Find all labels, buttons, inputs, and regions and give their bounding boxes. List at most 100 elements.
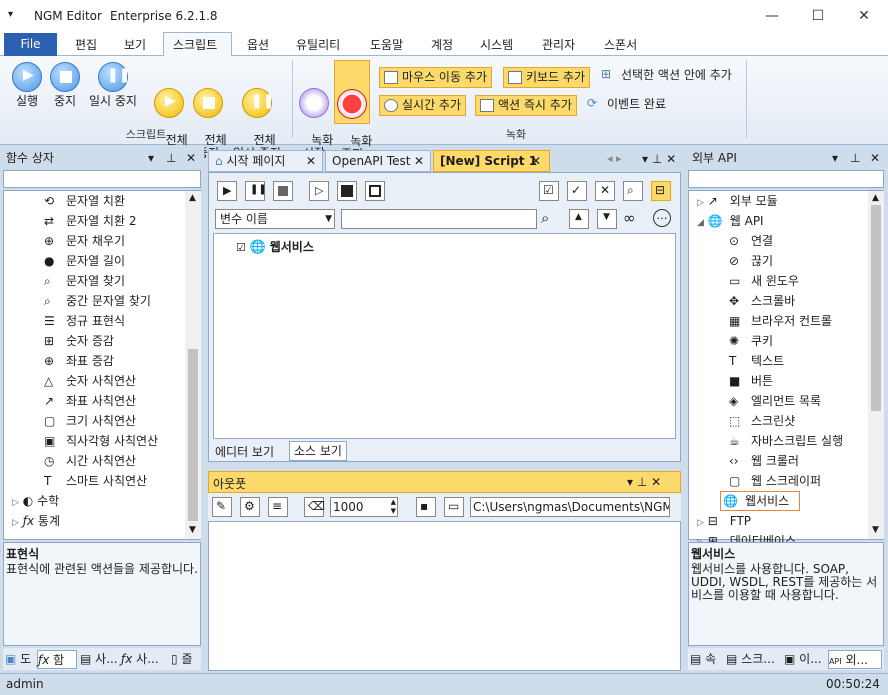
menu-edit[interactable]: 편집 — [75, 36, 97, 53]
step-icon[interactable]: ▷ — [309, 181, 329, 201]
search-icon[interactable]: ⌕ — [623, 181, 643, 201]
api-item[interactable]: ▭ 새 윈도우 — [729, 271, 799, 291]
pin-icon[interactable]: ⊥ — [850, 147, 860, 169]
scroll-down-icon[interactable]: ▼ — [189, 525, 196, 535]
api-item[interactable]: ◢ 🌐 웹 API — [697, 211, 764, 231]
tab-start-page[interactable]: ⌂ 시작 페이지 ✕ — [208, 150, 323, 172]
menu-utility[interactable]: 유틸리티 — [296, 36, 340, 53]
search-icon[interactable]: ⌕ — [541, 209, 549, 227]
more-icon[interactable]: … — [653, 209, 671, 227]
function-item[interactable]: ⊞ 숫자 증감 — [44, 331, 114, 351]
tab-scripts[interactable]: ▤ 스크... — [726, 650, 775, 669]
panel-close-icon[interactable]: ✕ — [870, 147, 880, 169]
tab-external-api[interactable]: API 외... — [828, 650, 882, 669]
pause-icon[interactable]: ❚❚ — [245, 181, 267, 201]
pause-button[interactable]: ❚❚ 일시 중지 — [84, 62, 142, 108]
tab-close-icon[interactable]: ✕ — [531, 151, 541, 171]
expand-icon[interactable]: ▷ — [697, 518, 704, 528]
menu-system[interactable]: 시스템 — [480, 36, 513, 53]
function-item[interactable]: ◷ 시간 사칙연산 — [44, 451, 136, 471]
function-item[interactable]: ● 문자열 길이 — [44, 251, 125, 271]
minimize-button[interactable]: — — [749, 0, 795, 32]
api-item[interactable]: ✥ 스크롤바 — [729, 291, 795, 311]
menu-sponsor[interactable]: 스폰서 — [604, 36, 637, 53]
function-item[interactable]: ⌕ 중간 문자열 찾기 — [44, 291, 151, 311]
api-item[interactable]: ⬚ 스크린샷 — [729, 411, 795, 431]
variable-value-input[interactable] — [341, 209, 537, 229]
add-keyboard-button[interactable]: 키보드 추가 — [503, 67, 591, 88]
line-count-stepper[interactable]: 1000 ▲ ▼ — [330, 497, 398, 517]
pin-icon[interactable]: ⊥ — [166, 147, 176, 169]
step-over-icon[interactable] — [365, 181, 385, 201]
tab-sa2[interactable]: ƒx 사... — [121, 650, 159, 669]
function-item[interactable]: ⟲ 문자열 치환 — [44, 191, 125, 211]
menu-view[interactable]: 보기 — [124, 36, 146, 53]
scroll-up-icon[interactable]: ▲ — [189, 193, 196, 203]
function-item[interactable]: ▢ 크기 사칙연산 — [44, 411, 136, 431]
close-button[interactable]: ✕ — [841, 0, 887, 32]
scroll-thumb[interactable] — [188, 349, 198, 521]
output-content[interactable] — [208, 521, 681, 671]
checkbox-icon[interactable]: ☑ — [236, 241, 246, 254]
scroll-thumb[interactable] — [871, 205, 881, 411]
tab-openapi-test[interactable]: OpenAPI Test ✕ — [325, 150, 431, 172]
panel-close-icon[interactable]: ✕ — [186, 147, 196, 169]
tab-editor-view[interactable]: 에디터 보기 — [211, 443, 279, 461]
event-done-button[interactable]: ⟳ 이벤트 완료 — [587, 97, 687, 111]
left-search-input[interactable] — [3, 170, 201, 188]
api-item[interactable]: ■ 버튼 — [729, 371, 773, 391]
list-icon[interactable]: ≡ — [268, 497, 288, 517]
save-icon[interactable]: ▪ — [416, 497, 436, 517]
api-item[interactable]: ⊙ 연결 — [729, 231, 773, 251]
function-item[interactable]: ⊕ 좌표 증감 — [44, 351, 114, 371]
webservice-node[interactable]: ☑ 🌐 웹서비스 — [236, 238, 314, 255]
tab-functions[interactable]: ƒx 함 — [37, 650, 77, 669]
api-item[interactable]: ▷ ↗ 외부 모듈 — [697, 191, 778, 211]
tab-sa1[interactable]: ▤ 사... — [80, 650, 118, 669]
check-all-icon[interactable]: ☑ — [539, 181, 559, 201]
api-item[interactable]: T 텍스트 — [729, 351, 784, 371]
infinity-icon[interactable]: ∞ — [623, 209, 636, 227]
right-search-input[interactable] — [688, 170, 884, 188]
tab-favorites[interactable]: ▯ 즐 — [171, 650, 192, 669]
arrow-up-icon[interactable]: ▲ — [569, 209, 589, 229]
file-menu[interactable]: File — [4, 33, 57, 56]
api-item[interactable]: ✺ 쿠키 — [729, 331, 773, 351]
brush-icon[interactable]: ✎ — [212, 497, 232, 517]
api-item[interactable]: ☕ 자바스크립트 실행 — [729, 431, 843, 451]
doc-menu-icon[interactable]: ▾ ⊥ ✕ — [642, 152, 676, 166]
tab-close-icon[interactable]: ✕ — [414, 151, 424, 171]
dropdown-icon[interactable]: ▾ — [148, 147, 154, 169]
tab-scroll-icons[interactable]: ◂ ▸ — [607, 152, 622, 165]
folder-icon[interactable]: ▭ — [444, 497, 464, 517]
variable-select[interactable]: 변수 이름 ▼ — [215, 209, 335, 229]
delete-icon[interactable]: ✕ — [595, 181, 615, 201]
output-path-input[interactable]: C:\Users\ngmas\Documents\NGM6\ — [470, 497, 670, 517]
check-icon[interactable]: ✓ — [567, 181, 587, 201]
left-scrollbar[interactable]: ▲ ▼ — [185, 191, 201, 539]
eraser-icon[interactable]: ⌫ — [304, 497, 325, 517]
output-panel-controls[interactable]: ▾ ⊥ ✕ — [627, 475, 661, 489]
tab-properties[interactable]: ▤ 속 — [690, 650, 716, 669]
add-mouse-move-button[interactable]: 마우스 이동 추가 — [379, 67, 492, 88]
menu-account[interactable]: 계정 — [431, 36, 453, 53]
api-item[interactable]: ▷ ⊟ FTP — [697, 511, 751, 531]
menu-help[interactable]: 도움말 — [370, 36, 403, 53]
api-item[interactable]: 🌐 웹서비스 — [720, 491, 801, 511]
tab-source-view[interactable]: 소스 보기 — [289, 441, 347, 461]
function-item[interactable]: ⌕ 문자열 찾기 — [44, 271, 125, 291]
add-realtime-button[interactable]: 실시간 추가 — [379, 95, 467, 116]
api-item[interactable]: ◈ 엘리먼트 목록 — [729, 391, 821, 411]
record-start-button[interactable]: 녹화 시작 — [296, 62, 333, 160]
menu-script[interactable]: 스크립트 — [173, 36, 217, 53]
stop-all-button[interactable]: 전체 중지 — [187, 62, 229, 160]
function-item[interactable]: ⊕ 문자 채우기 — [44, 231, 125, 251]
tab-do[interactable]: ▣ 도 — [5, 650, 31, 669]
expand-icon[interactable]: ▷ — [697, 198, 704, 208]
pause-all-button[interactable]: ❚❚ 전체 일시 중지 — [228, 62, 286, 160]
api-item[interactable]: ▢ 웹 스크레이퍼 — [729, 471, 821, 491]
dropdown-icon[interactable]: ▾ — [832, 147, 838, 169]
tab-images[interactable]: ▣ 이... — [784, 650, 822, 669]
stop-icon[interactable] — [273, 181, 293, 201]
function-item[interactable]: ⇄ 문자열 치환 2 — [44, 211, 136, 231]
